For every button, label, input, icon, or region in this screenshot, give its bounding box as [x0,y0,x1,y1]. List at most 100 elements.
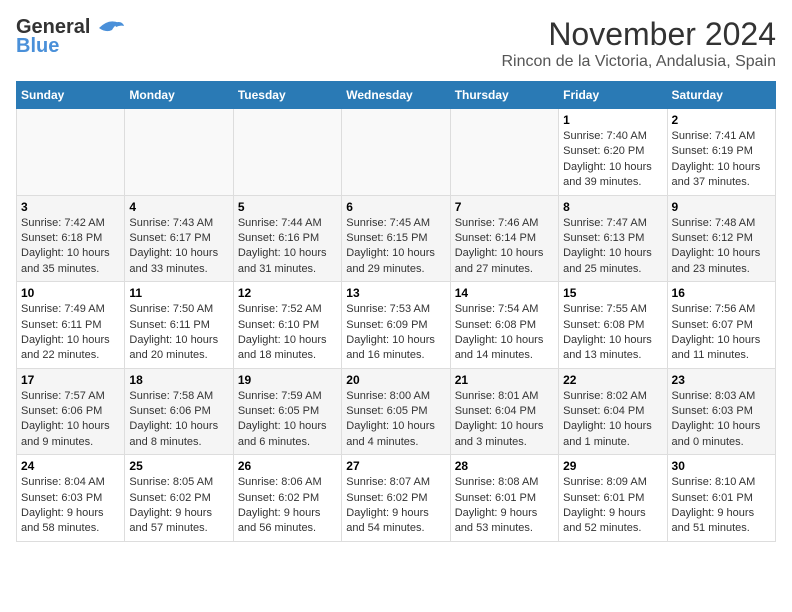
calendar-cell: 24 Sunrise: 8:04 AMSunset: 6:03 PMDayligh… [17,455,125,542]
calendar-cell: 14Sunrise: 7:54 AMSunset: 6:08 PMDayligh… [450,282,558,369]
day-number: 2 [672,113,771,127]
calendar-cell: 13Sunrise: 7:53 AMSunset: 6:09 PMDayligh… [342,282,450,369]
day-info-line: Sunset: 6:12 PM [672,231,771,246]
calendar-cell: 7Sunrise: 7:46 AMSunset: 6:14 PMDaylight… [450,195,558,282]
day-number: 23 [672,373,771,387]
day-info-line: Sunset: 6:11 PM [129,318,228,333]
day-info-line: Sunrise: 7:49 AM [21,302,120,317]
day-info-line: Sunrise: 7:46 AM [455,216,554,231]
calendar-cell: 17 Sunrise: 7:57 AMSunset: 6:06 PMDayligh… [17,368,125,455]
day-info: Sunrise: 7:46 AMSunset: 6:14 PMDaylight:… [455,216,554,278]
day-info-line: Daylight: 9 hours and 56 minutes. [238,506,337,537]
day-info-line: Sunset: 6:10 PM [238,318,337,333]
calendar-cell [125,109,233,196]
day-info-line: Daylight: 10 hours and 11 minutes. [672,333,771,364]
day-info-line: Sunrise: 8:09 AM [563,475,662,490]
day-info-line: Sunrise: 7:42 AM [21,216,120,231]
day-info-line: Daylight: 10 hours and 20 minutes. [129,333,228,364]
day-info-line: Daylight: 10 hours and 31 minutes. [238,246,337,277]
day-info-line: Sunrise: 8:04 AM [21,475,120,490]
day-number: 17 [21,373,120,387]
day-info: Sunrise: 8:00 AMSunset: 6:05 PMDaylight:… [346,389,445,451]
day-info-line: Sunrise: 7:40 AM [563,129,662,144]
day-info-line: Daylight: 10 hours and 16 minutes. [346,333,445,364]
day-info-line: Sunset: 6:16 PM [238,231,337,246]
day-info-line: Sunrise: 7:50 AM [129,302,228,317]
page-header: General Blue November 2024 Rincon de la … [16,16,776,71]
calendar-cell: 27Sunrise: 8:07 AMSunset: 6:02 PMDayligh… [342,455,450,542]
day-info-line: Sunrise: 7:58 AM [129,389,228,404]
day-info-line: Daylight: 10 hours and 33 minutes. [129,246,228,277]
day-number: 15 [563,286,662,300]
day-info-line: Daylight: 10 hours and 1 minute. [563,419,662,450]
day-number: 14 [455,286,554,300]
day-number: 10 [21,286,120,300]
day-info: Sunrise: 7:56 AMSunset: 6:07 PMDaylight:… [672,302,771,364]
day-info: Sunrise: 7:48 AMSunset: 6:12 PMDaylight:… [672,216,771,278]
calendar-header-row: SundayMondayTuesdayWednesdayThursdayFrid… [17,82,776,109]
day-info-line: Sunrise: 7:45 AM [346,216,445,231]
day-info-line: Sunset: 6:02 PM [129,491,228,506]
day-info-line: Sunset: 6:01 PM [672,491,771,506]
day-info-line: Sunset: 6:03 PM [21,491,120,506]
day-info: Sunrise: 7:58 AMSunset: 6:06 PMDaylight:… [129,389,228,451]
day-info: Sunrise: 8:10 AMSunset: 6:01 PMDaylight:… [672,475,771,537]
day-info-line: Sunset: 6:05 PM [238,404,337,419]
day-info: Sunrise: 8:04 AMSunset: 6:03 PMDaylight:… [21,475,120,537]
calendar-cell: 10Sunrise: 7:49 AMSunset: 6:11 PMDayligh… [17,282,125,369]
header-saturday: Saturday [667,82,775,109]
day-info-line: Sunset: 6:06 PM [129,404,228,419]
day-info-line: Sunrise: 8:00 AM [346,389,445,404]
header-thursday: Thursday [450,82,558,109]
day-info: Sunrise: 7:52 AMSunset: 6:10 PMDaylight:… [238,302,337,364]
day-info: Sunrise: 7:47 AMSunset: 6:13 PMDaylight:… [563,216,662,278]
day-info: Sunrise: 7:43 AMSunset: 6:17 PMDaylight:… [129,216,228,278]
day-info-line: Sunrise: 8:03 AM [672,389,771,404]
day-info: Sunrise: 8:03 AMSunset: 6:03 PMDaylight:… [672,389,771,451]
calendar-cell: 2Sunrise: 7:41 AMSunset: 6:19 PMDaylight… [667,109,775,196]
day-number: 21 [455,373,554,387]
day-info-line: Sunrise: 7:55 AM [563,302,662,317]
day-number: 6 [346,200,445,214]
header-friday: Friday [559,82,667,109]
day-info-line: Sunset: 6:08 PM [563,318,662,333]
day-info: Sunrise: 8:02 AMSunset: 6:04 PMDaylight:… [563,389,662,451]
day-info-line: Sunrise: 7:41 AM [672,129,771,144]
day-info-line: Sunset: 6:04 PM [455,404,554,419]
day-info-line: Sunset: 6:02 PM [346,491,445,506]
day-info-line: Daylight: 10 hours and 3 minutes. [455,419,554,450]
calendar-cell: 19Sunrise: 7:59 AMSunset: 6:05 PMDayligh… [233,368,341,455]
day-info-line: Daylight: 10 hours and 13 minutes. [563,333,662,364]
day-info-line: Sunset: 6:03 PM [672,404,771,419]
day-info-line: Daylight: 10 hours and 39 minutes. [563,160,662,191]
day-info-line: Daylight: 10 hours and 18 minutes. [238,333,337,364]
day-info: Sunrise: 7:50 AMSunset: 6:11 PMDaylight:… [129,302,228,364]
day-number: 20 [346,373,445,387]
day-number: 26 [238,459,337,473]
day-info-line: Sunset: 6:02 PM [238,491,337,506]
calendar-cell [342,109,450,196]
calendar-cell: 29Sunrise: 8:09 AMSunset: 6:01 PMDayligh… [559,455,667,542]
day-info-line: Daylight: 9 hours and 57 minutes. [129,506,228,537]
day-number: 12 [238,286,337,300]
calendar-cell: 9Sunrise: 7:48 AMSunset: 6:12 PMDaylight… [667,195,775,282]
day-info-line: Sunset: 6:19 PM [672,144,771,159]
calendar-cell: 6Sunrise: 7:45 AMSunset: 6:15 PMDaylight… [342,195,450,282]
header-wednesday: Wednesday [342,82,450,109]
calendar-cell [233,109,341,196]
day-info: Sunrise: 7:57 AMSunset: 6:06 PMDaylight:… [21,389,120,451]
day-info: Sunrise: 7:44 AMSunset: 6:16 PMDaylight:… [238,216,337,278]
day-info-line: Sunrise: 8:08 AM [455,475,554,490]
day-info-line: Sunset: 6:13 PM [563,231,662,246]
day-info-line: Daylight: 10 hours and 6 minutes. [238,419,337,450]
calendar-cell: 3Sunrise: 7:42 AMSunset: 6:18 PMDaylight… [17,195,125,282]
day-info-line: Daylight: 10 hours and 29 minutes. [346,246,445,277]
day-info-line: Sunrise: 7:48 AM [672,216,771,231]
day-number: 3 [21,200,120,214]
day-info-line: Sunrise: 7:54 AM [455,302,554,317]
calendar-week-1: 1Sunrise: 7:40 AMSunset: 6:20 PMDaylight… [17,109,776,196]
calendar-cell: 28Sunrise: 8:08 AMSunset: 6:01 PMDayligh… [450,455,558,542]
day-number: 24 [21,459,120,473]
day-info: Sunrise: 7:59 AMSunset: 6:05 PMDaylight:… [238,389,337,451]
day-info-line: Sunrise: 8:10 AM [672,475,771,490]
